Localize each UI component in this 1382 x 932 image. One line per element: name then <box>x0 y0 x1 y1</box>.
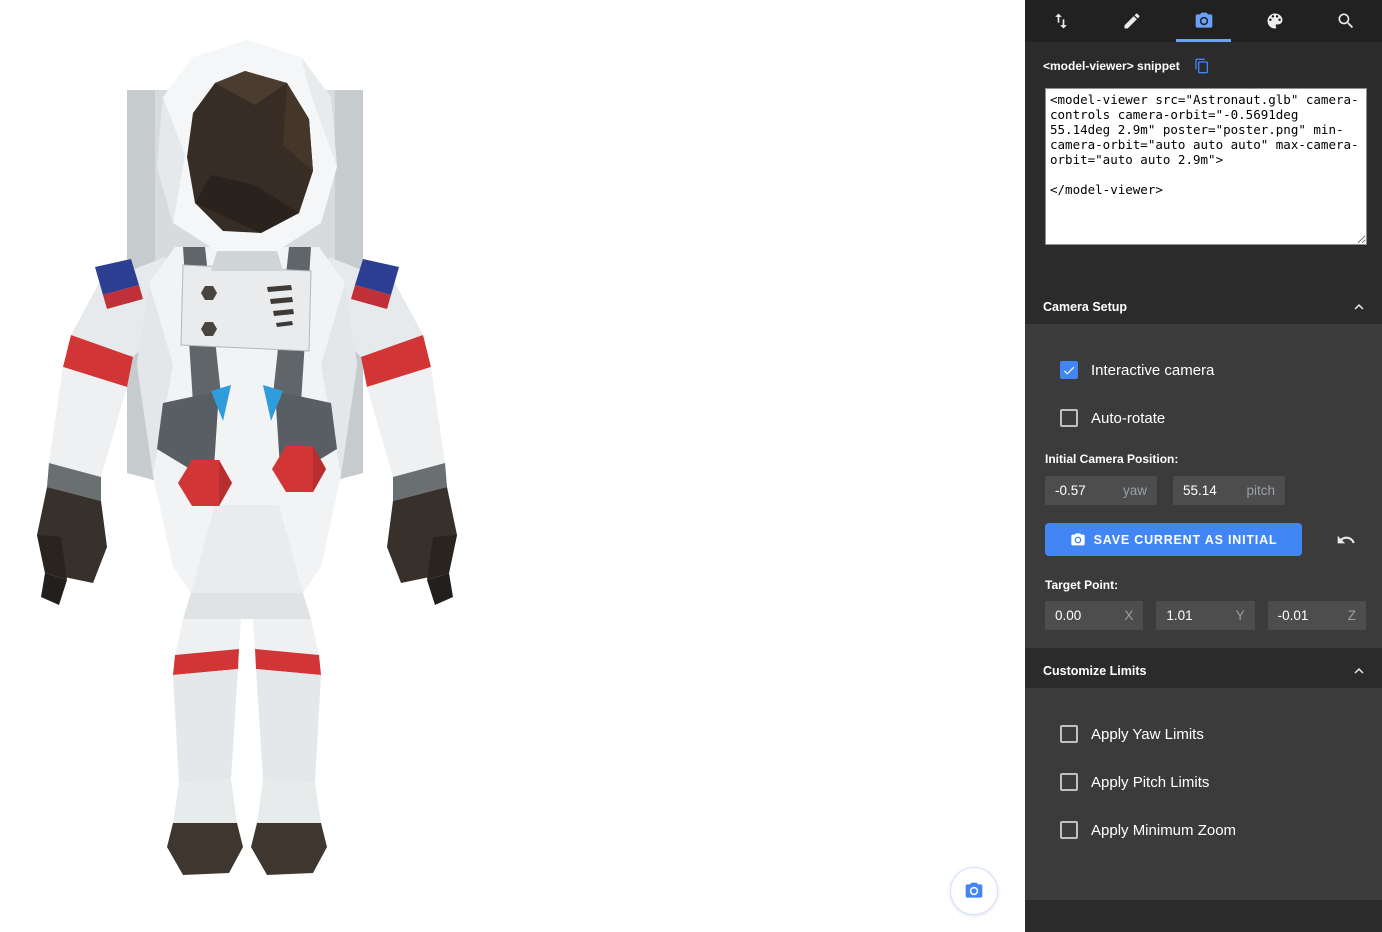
initial-position-inputs: yaw pitch <box>1025 476 1382 505</box>
check-icon <box>1062 363 1076 378</box>
panel-toolbar <box>1025 0 1382 42</box>
target-z-field[interactable]: Z <box>1268 601 1366 630</box>
tab-edit[interactable] <box>1096 0 1167 42</box>
camera-icon <box>1070 532 1086 548</box>
editor-settings-panel: <model-viewer> snippet <model-viewer src… <box>1025 0 1382 932</box>
model-viewer-editor: <model-viewer> snippet <model-viewer src… <box>0 0 1382 932</box>
camera-setup-header: Camera Setup <box>1025 290 1382 324</box>
save-current-as-initial-button[interactable]: SAVE CURRENT AS INITIAL <box>1045 523 1302 556</box>
apply-minimum-zoom-label: Apply Minimum Zoom <box>1091 822 1236 839</box>
screenshot-camera-button[interactable] <box>950 867 998 915</box>
target-x-input[interactable] <box>1055 608 1118 623</box>
astronaut-chest-panel <box>181 265 311 351</box>
undo-camera-button[interactable] <box>1336 530 1356 550</box>
apply-yaw-limits-row[interactable]: Apply Yaw Limits <box>1025 710 1382 758</box>
yaw-input[interactable] <box>1055 483 1117 498</box>
target-point-inputs: X Y Z <box>1025 601 1382 630</box>
chevron-up-icon <box>1350 662 1368 680</box>
snippet-header: <model-viewer> snippet <box>1025 42 1382 84</box>
pitch-unit-label: pitch <box>1240 483 1275 498</box>
interactive-camera-row[interactable]: Interactive camera <box>1025 346 1382 394</box>
customize-limits-section: Apply Yaw Limits Apply Pitch Limits Appl… <box>1025 688 1382 900</box>
apply-yaw-limits-label: Apply Yaw Limits <box>1091 726 1204 743</box>
apply-pitch-limits-row[interactable]: Apply Pitch Limits <box>1025 758 1382 806</box>
yaw-field[interactable]: yaw <box>1045 476 1157 505</box>
undo-icon <box>1336 530 1356 550</box>
pitch-field[interactable]: pitch <box>1173 476 1285 505</box>
pencil-icon <box>1122 11 1142 31</box>
target-y-input[interactable] <box>1166 608 1229 623</box>
chevron-up-icon <box>1350 298 1368 316</box>
astronaut-3d-model[interactable] <box>15 35 475 895</box>
target-point-label: Target Point: <box>1025 578 1382 592</box>
save-current-as-initial-label: SAVE CURRENT AS INITIAL <box>1094 533 1278 547</box>
auto-rotate-row[interactable]: Auto-rotate <box>1025 394 1382 442</box>
apply-pitch-limits-checkbox[interactable] <box>1060 773 1078 791</box>
customize-limits-title: Customize Limits <box>1043 664 1147 678</box>
target-x-field[interactable]: X <box>1045 601 1143 630</box>
target-x-unit-label: X <box>1118 608 1133 623</box>
auto-rotate-checkbox[interactable] <box>1060 409 1078 427</box>
tab-camera[interactable] <box>1168 0 1239 42</box>
initial-camera-position-label: Initial Camera Position: <box>1025 452 1382 466</box>
copy-snippet-button[interactable] <box>1194 58 1210 74</box>
target-y-unit-label: Y <box>1230 608 1245 623</box>
interactive-camera-label: Interactive camera <box>1091 362 1214 379</box>
camera-setup-collapse-button[interactable] <box>1350 298 1368 316</box>
tab-materials[interactable] <box>1239 0 1310 42</box>
palette-icon <box>1265 11 1285 31</box>
target-y-field[interactable]: Y <box>1156 601 1254 630</box>
apply-minimum-zoom-checkbox[interactable] <box>1060 821 1078 839</box>
save-initial-row: SAVE CURRENT AS INITIAL <box>1025 523 1382 556</box>
apply-pitch-limits-label: Apply Pitch Limits <box>1091 774 1209 791</box>
customize-limits-header: Customize Limits <box>1025 654 1382 688</box>
camera-setup-section: Interactive camera Auto-rotate Initial C… <box>1025 324 1382 648</box>
apply-yaw-limits-checkbox[interactable] <box>1060 725 1078 743</box>
swap-vert-icon <box>1051 11 1071 31</box>
snippet-code-textarea[interactable]: <model-viewer src="Astronaut.glb" camera… <box>1045 88 1367 245</box>
yaw-unit-label: yaw <box>1117 483 1147 498</box>
tab-inspector[interactable] <box>1311 0 1382 42</box>
customize-limits-collapse-button[interactable] <box>1350 662 1368 680</box>
apply-minimum-zoom-row[interactable]: Apply Minimum Zoom <box>1025 806 1382 854</box>
tab-file-import-export[interactable] <box>1025 0 1096 42</box>
auto-rotate-label: Auto-rotate <box>1091 410 1165 427</box>
copy-icon <box>1194 58 1210 74</box>
target-z-unit-label: Z <box>1342 608 1356 623</box>
snippet-title: <model-viewer> snippet <box>1043 59 1180 73</box>
interactive-camera-checkbox[interactable] <box>1060 361 1078 379</box>
target-z-input[interactable] <box>1278 608 1342 623</box>
camera-icon <box>964 881 984 901</box>
panel-filler <box>1025 900 1382 932</box>
astronaut-legs <box>167 593 327 875</box>
pitch-input[interactable] <box>1183 483 1240 498</box>
model-viewer-canvas[interactable] <box>0 0 1025 932</box>
camera-setup-title: Camera Setup <box>1043 300 1127 314</box>
search-icon <box>1336 11 1356 31</box>
camera-icon <box>1194 11 1214 31</box>
